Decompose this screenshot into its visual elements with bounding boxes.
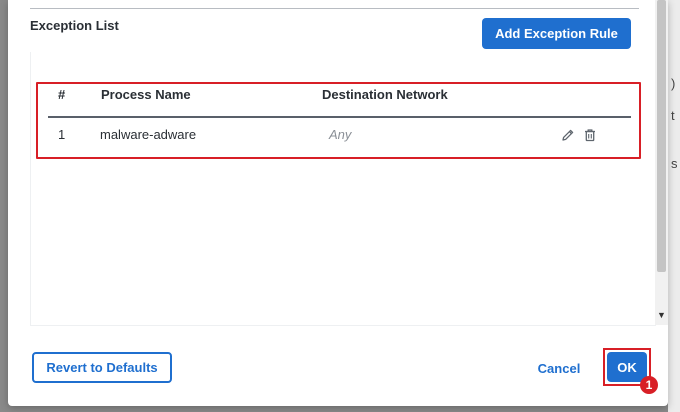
destination-network-cell: Any (329, 127, 352, 142)
section-title: Exception List (30, 18, 119, 33)
row-index: 1 (58, 127, 66, 142)
scroll-down-arrow-icon[interactable]: ▼ (657, 310, 666, 320)
delete-trash-icon[interactable] (582, 127, 598, 143)
background-text-fragment: ) (671, 76, 676, 91)
column-header-destination-network: Destination Network (322, 87, 448, 102)
cancel-button[interactable]: Cancel (531, 356, 587, 380)
revert-to-defaults-button[interactable]: Revert to Defaults (32, 352, 172, 383)
vertical-scrollbar[interactable]: ▼ (655, 0, 668, 325)
process-name-cell: malware-adware (100, 127, 197, 142)
scrollbar-thumb[interactable] (657, 0, 666, 272)
background-page: ) t s (668, 0, 680, 412)
edit-pencil-icon[interactable] (560, 127, 576, 143)
background-text-fragment: s (671, 156, 678, 171)
table-header-divider (48, 116, 631, 118)
add-exception-rule-button[interactable]: Add Exception Rule (482, 18, 631, 49)
top-divider (30, 8, 639, 9)
background-text-fragment: t (671, 108, 675, 123)
column-header-index: # (58, 87, 66, 102)
exception-list-dialog: Exception List Add Exception Rule ▼ # Pr… (8, 0, 668, 406)
column-header-process-name: Process Name (101, 87, 191, 102)
step-number-badge: 1 (640, 376, 658, 394)
ok-button[interactable]: OK (607, 352, 647, 382)
